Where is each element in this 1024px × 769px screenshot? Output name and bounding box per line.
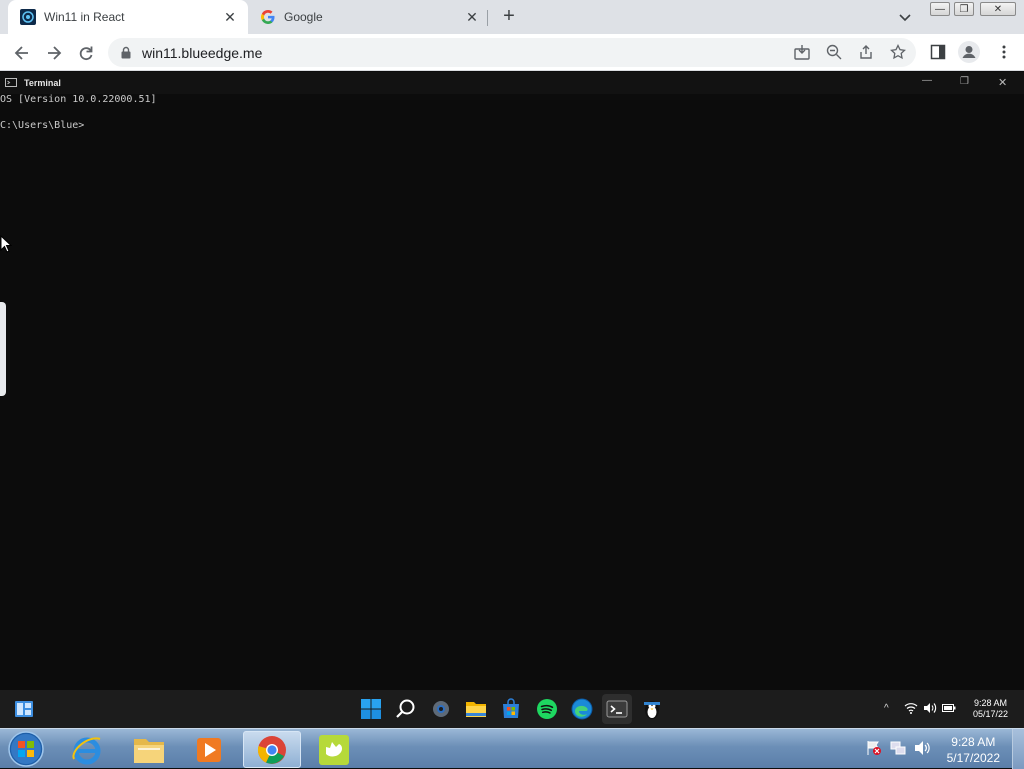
lock-icon[interactable]	[121, 46, 131, 59]
browser-tab-strip: Win11 in React ✕ Google ✕ + — ❐ ✕	[0, 0, 1024, 34]
win11-time: 9:28 AM	[973, 698, 1007, 708]
media-player-icon	[197, 737, 221, 762]
wifi-icon[interactable]	[904, 702, 918, 714]
more-menu-icon[interactable]	[996, 44, 1012, 60]
terminal-title-bar[interactable]: Terminal — ❐ ✕	[0, 72, 1024, 94]
share-icon[interactable]	[858, 44, 874, 60]
action-center-flag-icon[interactable]	[866, 740, 882, 756]
terminal-prompt[interactable]: C:\Users\Blue>	[0, 120, 84, 131]
bookmark-star-icon[interactable]	[890, 44, 906, 60]
win7-clock[interactable]: 9:28 AM 5/17/2022	[947, 734, 1000, 766]
side-panel-handle[interactable]	[0, 302, 6, 396]
minimize-button[interactable]: —	[930, 2, 950, 16]
win11-date: 05/17/22	[972, 709, 1008, 719]
bird-app-icon	[319, 734, 349, 765]
win7-date: 5/17/2022	[946, 751, 1000, 765]
terminal-title: Terminal	[24, 78, 61, 88]
terminal-close-button[interactable]: ✕	[998, 76, 1010, 90]
edge-icon[interactable]	[571, 698, 593, 720]
terminal-maximize-button[interactable]: ❐	[960, 76, 970, 90]
terminal-taskbar-button[interactable]	[602, 694, 632, 724]
chrome-icon	[257, 735, 286, 764]
profile-avatar-icon[interactable]	[958, 41, 980, 63]
terminal-minimize-button[interactable]: —	[922, 75, 932, 89]
spotify-icon[interactable]	[536, 698, 558, 720]
settings-icon[interactable]	[430, 698, 452, 720]
restore-button[interactable]: ❐	[954, 2, 974, 16]
file-explorer-icon[interactable]	[465, 698, 487, 720]
close-icon[interactable]: ✕	[464, 9, 480, 25]
back-arrow-icon[interactable]	[12, 43, 32, 63]
reload-icon[interactable]	[76, 43, 96, 63]
tab-label: Google	[284, 10, 323, 24]
win11-taskbar: ^ 9:28 AM 05/17/22	[0, 690, 1024, 728]
widgets-icon[interactable]	[13, 698, 35, 720]
battery-icon[interactable]	[942, 703, 956, 713]
close-window-button[interactable]: ✕	[980, 2, 1016, 16]
tab-win11-in-react[interactable]: Win11 in React ✕	[8, 0, 248, 34]
tab-google[interactable]: Google ✕	[250, 0, 490, 34]
windows-explorer-taskbar-button[interactable]	[120, 731, 178, 768]
network-icon[interactable]	[890, 740, 906, 756]
close-icon[interactable]: ✕	[222, 9, 238, 25]
penguin-icon[interactable]	[641, 698, 663, 720]
url-text[interactable]: win11.blueedge.me	[142, 45, 262, 61]
show-desktop-button[interactable]	[1012, 729, 1024, 769]
win7-time: 9:28 AM	[951, 735, 996, 749]
win7-start-orb-icon[interactable]	[6, 730, 46, 768]
forward-arrow-icon[interactable]	[44, 43, 64, 63]
zoom-out-icon[interactable]	[826, 44, 842, 60]
volume-icon[interactable]	[923, 702, 937, 714]
terminal-output[interactable]: OS [Version 10.0.22000.51] C:\Users\Blue…	[0, 94, 1024, 690]
win11-clock[interactable]: 9:28 AM 05/17/22	[973, 698, 1008, 720]
win11-react-icon	[20, 9, 36, 25]
terminal-icon	[606, 698, 628, 720]
tray-overflow-icon[interactable]: ^	[884, 703, 889, 714]
start-icon[interactable]	[360, 698, 382, 720]
tab-label: Win11 in React	[44, 10, 125, 24]
app-taskbar-button[interactable]	[305, 731, 363, 768]
install-icon[interactable]	[794, 44, 810, 60]
chrome-taskbar-button[interactable]	[243, 731, 301, 768]
browser-toolbar: win11.blueedge.me	[0, 34, 1024, 71]
google-g-icon	[260, 9, 276, 25]
address-bar[interactable]: win11.blueedge.me	[108, 38, 916, 67]
internet-explorer-taskbar-button[interactable]	[58, 731, 116, 768]
side-panel-icon[interactable]	[930, 44, 946, 60]
chevron-down-icon[interactable]	[896, 8, 914, 26]
internet-explorer-icon	[72, 736, 101, 764]
new-tab-button[interactable]: +	[498, 6, 520, 28]
folder-icon	[134, 738, 164, 763]
win7-volume-icon[interactable]	[914, 740, 930, 756]
store-icon[interactable]	[500, 698, 522, 720]
terminal-line: OS [Version 10.0.22000.51]	[0, 94, 157, 105]
terminal-icon	[5, 78, 17, 87]
media-player-taskbar-button[interactable]	[180, 731, 238, 768]
search-icon[interactable]	[395, 698, 417, 720]
win7-taskbar: 9:28 AM 5/17/2022	[0, 728, 1024, 769]
mouse-cursor-icon	[0, 235, 12, 253]
